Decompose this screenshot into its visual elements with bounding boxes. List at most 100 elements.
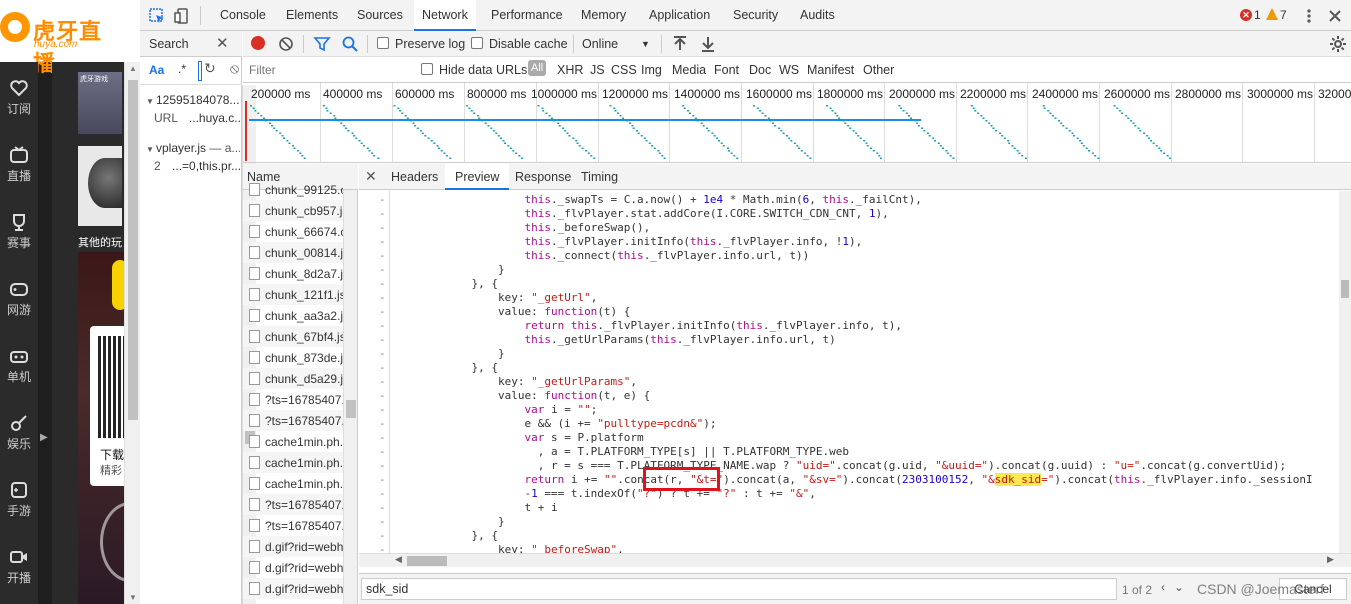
- tab-sources[interactable]: Sources: [349, 0, 411, 31]
- request-row[interactable]: chunk_121f1.js: [243, 284, 343, 305]
- scroll-thumb[interactable]: [407, 556, 447, 566]
- request-row[interactable]: chunk_8d2a7.j: [243, 263, 343, 284]
- request-row[interactable]: chunk_99125.c: [243, 179, 343, 200]
- chevron-down-icon[interactable]: ▼: [641, 39, 650, 49]
- throttle-select[interactable]: Online: [582, 37, 618, 51]
- clear-log-icon[interactable]: [277, 35, 295, 53]
- nav-item-subscribe[interactable]: 订阅: [0, 70, 38, 130]
- nav-item-mobile-games[interactable]: 手游: [0, 472, 38, 532]
- nav-item-entertainment[interactable]: 娱乐: [0, 405, 38, 465]
- close-devtools-icon[interactable]: [1326, 7, 1344, 25]
- tab-headers[interactable]: Headers: [381, 164, 448, 190]
- scroll-thumb[interactable]: [1341, 280, 1349, 298]
- search-input[interactable]: [198, 61, 202, 81]
- scroll-thumb[interactable]: [346, 400, 356, 418]
- regex-toggle[interactable]: .*: [178, 62, 186, 76]
- request-row[interactable]: chunk_66674.c: [243, 221, 343, 242]
- filter-manifest[interactable]: Manifest: [807, 63, 854, 77]
- code-horizontal-scrollbar[interactable]: ◀ ▶: [359, 553, 1351, 567]
- nav-item-online-games[interactable]: 网游: [0, 271, 38, 331]
- preserve-log-label[interactable]: Preserve log: [395, 37, 465, 51]
- close-detail-icon[interactable]: ✕: [365, 168, 377, 185]
- more-menu-icon[interactable]: [1300, 7, 1318, 25]
- filter-img[interactable]: Img: [641, 63, 662, 77]
- tab-console[interactable]: Console: [212, 0, 274, 31]
- inspect-icon[interactable]: [148, 7, 166, 25]
- site-scrollbar[interactable]: ▲ ▼: [124, 62, 140, 604]
- warning-count[interactable]: 7: [1280, 8, 1287, 22]
- warning-icon[interactable]: [1266, 8, 1278, 20]
- tab-security[interactable]: Security: [725, 0, 786, 31]
- error-count[interactable]: 1: [1254, 8, 1261, 22]
- search-icon[interactable]: [341, 35, 359, 53]
- filter-doc[interactable]: Doc: [749, 63, 771, 77]
- nav-item-go-live[interactable]: 开播: [0, 539, 38, 599]
- request-row[interactable]: chunk_873de.j: [243, 347, 343, 368]
- huya-logo[interactable]: 虎牙直播 huya.com: [0, 8, 120, 77]
- hide-data-urls-label[interactable]: Hide data URLs: [439, 63, 527, 77]
- code-vertical-scrollbar[interactable]: [1339, 191, 1351, 553]
- search-result-file[interactable]: ▼ 12595184078...: [140, 93, 240, 107]
- preserve-log-checkbox[interactable]: [377, 37, 389, 49]
- chevron-right-icon[interactable]: ▶: [40, 432, 48, 443]
- request-row[interactable]: ?ts=16785407.: [243, 494, 343, 515]
- tab-application[interactable]: Application: [641, 0, 718, 31]
- filter-all[interactable]: All: [528, 60, 547, 76]
- nav-item-esports[interactable]: 赛事: [0, 204, 38, 264]
- filter-ws[interactable]: WS: [779, 63, 799, 77]
- code-preview[interactable]: - this._swapTs = C.a.now() + 1e4 * Math.…: [359, 191, 1339, 553]
- tab-network[interactable]: Network: [414, 0, 476, 31]
- filter-input[interactable]: [245, 60, 409, 80]
- request-row[interactable]: cache1min.ph.: [243, 452, 343, 473]
- request-list-scrollbar[interactable]: [343, 190, 357, 604]
- request-row[interactable]: cache1min.ph.: [243, 473, 343, 494]
- request-row[interactable]: chunk_aa3a2.js: [243, 305, 343, 326]
- request-row[interactable]: chunk_cb957.js: [243, 200, 343, 221]
- network-overview[interactable]: 200000 ms 400000 ms 600000 ms 800000 ms …: [243, 83, 1351, 163]
- thumbnail[interactable]: 虎牙游戏: [78, 72, 122, 134]
- nav-item-live[interactable]: 直播: [0, 137, 38, 197]
- qr-download-box[interactable]: 下载 精彩: [90, 326, 124, 486]
- filter-css[interactable]: CSS: [611, 63, 637, 77]
- filter-xhr[interactable]: XHR: [557, 63, 583, 77]
- filter-font[interactable]: Font: [714, 63, 739, 77]
- find-input[interactable]: sdk_sid: [361, 578, 1117, 600]
- close-search-icon[interactable]: ✕: [216, 34, 229, 52]
- refresh-icon[interactable]: ↻: [204, 60, 216, 77]
- hide-data-urls-checkbox[interactable]: [421, 63, 433, 75]
- request-row[interactable]: cache1min.ph.: [243, 431, 343, 452]
- find-previous-icon[interactable]: ‹: [1161, 580, 1165, 594]
- request-row[interactable]: ?ts=16785407.: [243, 410, 343, 431]
- disable-cache-checkbox[interactable]: [471, 37, 483, 49]
- clear-icon[interactable]: ⦸: [230, 60, 239, 77]
- scroll-right-icon[interactable]: ▶: [1327, 554, 1334, 565]
- error-icon[interactable]: ✕: [1240, 9, 1252, 21]
- streamer-card[interactable]: [78, 146, 122, 226]
- request-row[interactable]: d.gif?rid=webh: [243, 536, 343, 557]
- device-toggle-icon[interactable]: [173, 7, 191, 25]
- scroll-thumb[interactable]: [128, 80, 138, 420]
- import-har-icon[interactable]: [671, 35, 689, 53]
- scroll-down-icon[interactable]: ▼: [129, 593, 137, 602]
- network-settings-icon[interactable]: [1329, 35, 1347, 53]
- find-next-icon[interactable]: ⌄: [1174, 580, 1184, 594]
- record-icon[interactable]: [251, 36, 265, 50]
- tab-timing[interactable]: Timing: [571, 164, 628, 190]
- tab-response[interactable]: Response: [505, 164, 581, 190]
- search-result-line[interactable]: 2 ...=0,this.pr...: [140, 159, 240, 173]
- request-row[interactable]: ?ts=16785407.: [243, 389, 343, 410]
- filter-js[interactable]: JS: [590, 63, 605, 77]
- tab-memory[interactable]: Memory: [573, 0, 634, 31]
- nav-item-single-player[interactable]: 单机: [0, 338, 38, 398]
- request-row[interactable]: d.gif?rid=webh: [243, 557, 343, 578]
- disable-cache-label[interactable]: Disable cache: [489, 37, 568, 51]
- filter-media[interactable]: Media: [672, 63, 706, 77]
- tab-elements[interactable]: Elements: [278, 0, 346, 31]
- request-row[interactable]: ?ts=16785407.: [243, 515, 343, 536]
- tab-performance[interactable]: Performance: [483, 0, 571, 31]
- tab-audits[interactable]: Audits: [792, 0, 843, 31]
- request-row[interactable]: chunk_d5a29.j: [243, 368, 343, 389]
- match-case-toggle[interactable]: Aa: [149, 63, 164, 77]
- export-har-icon[interactable]: [699, 35, 717, 53]
- scroll-up-icon[interactable]: ▲: [129, 64, 137, 73]
